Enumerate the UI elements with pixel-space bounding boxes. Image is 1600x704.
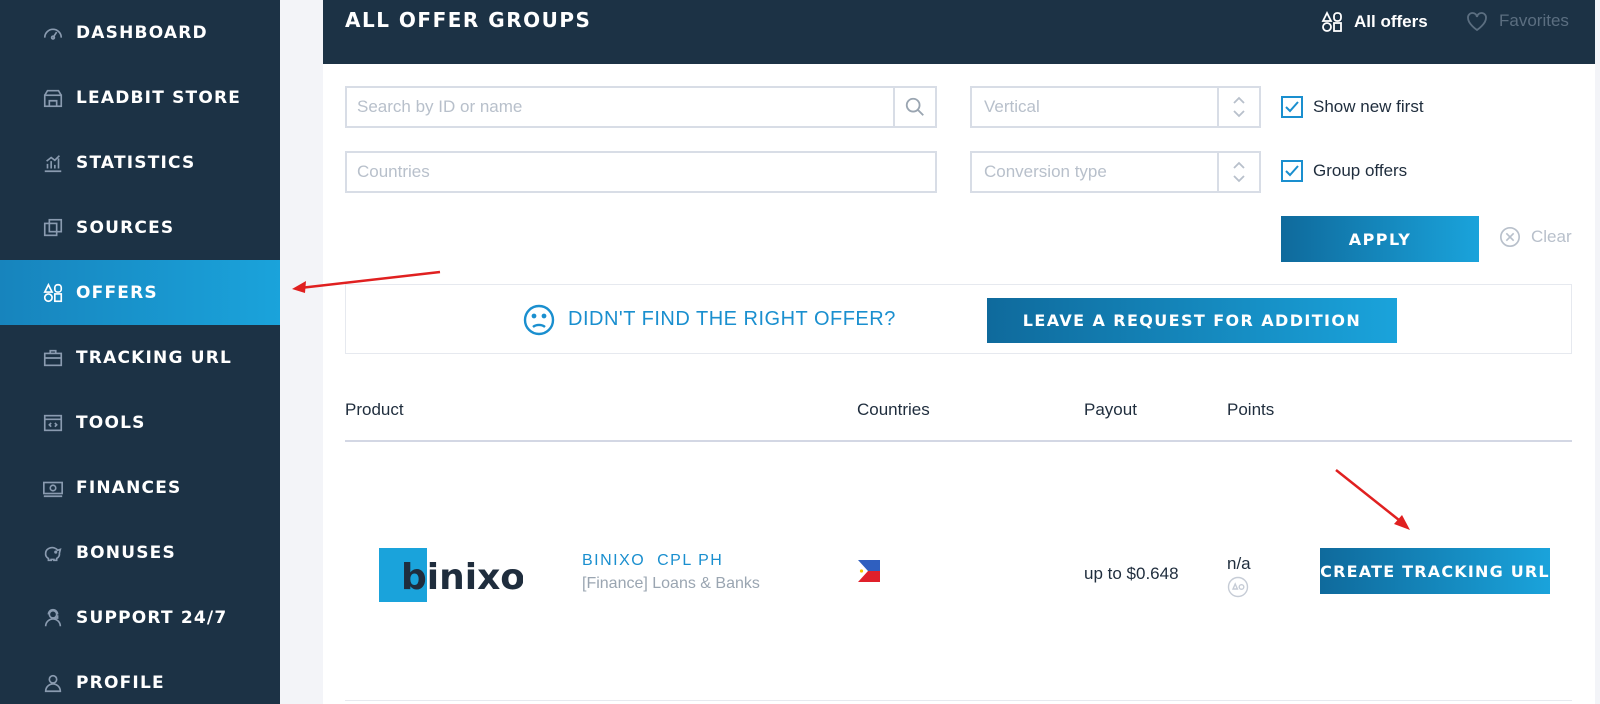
sidebar-item-label: LEADBIT STORE — [76, 87, 242, 108]
sidebar-item-offers[interactable]: OFFERS — [0, 260, 280, 325]
column-header-points[interactable]: Points — [1227, 400, 1274, 420]
offer-payout: up to $0.648 — [1084, 564, 1179, 583]
apply-button[interactable]: APPLY — [1281, 216, 1479, 262]
sidebar-item-label: PROFILE — [76, 672, 165, 693]
select-arrows — [1217, 153, 1259, 191]
show-new-first-checkbox[interactable]: Show new first — [1281, 96, 1424, 118]
tab-label: All offers — [1354, 12, 1428, 31]
sidebar-item-label: STATISTICS — [76, 152, 196, 173]
support-icon — [42, 607, 64, 629]
offer-name-link[interactable]: BINIXO CPL PH — [582, 552, 723, 570]
vertical-select[interactable]: Vertical — [970, 86, 1261, 128]
search-button[interactable] — [893, 88, 935, 126]
column-header-countries[interactable]: Countries — [857, 400, 930, 420]
checkmark-icon — [1285, 101, 1299, 113]
tab-label: Favorites — [1499, 11, 1569, 30]
table-row-divider — [345, 700, 1572, 701]
request-banner: DIDN'T FIND THE RIGHT OFFER? LEAVE A REQ… — [345, 284, 1572, 354]
column-header-payout[interactable]: Payout — [1084, 400, 1137, 420]
piggy-bank-icon — [42, 542, 64, 564]
sidebar-item-profile[interactable]: PROFILE — [0, 650, 280, 704]
select-arrows — [1217, 88, 1259, 126]
offers-grid-icon — [1321, 10, 1342, 32]
sidebar-item-label: TOOLS — [76, 412, 146, 433]
page-title: ALL OFFER GROUPS — [345, 8, 592, 32]
sidebar-item-label: BONUSES — [76, 542, 176, 563]
checkbox-box — [1281, 96, 1303, 118]
sidebar-item-sources[interactable]: SOURCES — [0, 195, 280, 260]
offer-points: n/a — [1227, 554, 1251, 573]
sources-icon — [42, 217, 64, 239]
checkbox-label: Group offers — [1313, 161, 1408, 180]
column-header-product[interactable]: Product — [345, 400, 404, 420]
clear-label: Clear — [1531, 227, 1572, 246]
sidebar-item-label: SOURCES — [76, 217, 175, 238]
checkbox-box — [1281, 160, 1303, 182]
tab-favorites[interactable]: Favorites — [1465, 10, 1569, 32]
sidebar: DASHBOARD LEADBIT STORE STATISTICS SOURC… — [0, 0, 280, 704]
sidebar-item-tracking-url[interactable]: TRACKING URL — [0, 325, 280, 390]
clear-button[interactable]: Clear — [1499, 226, 1572, 248]
tab-all-offers[interactable]: All offers — [1320, 10, 1428, 34]
chevron-up-down-icon — [1233, 161, 1245, 183]
countries-input[interactable] — [347, 153, 935, 191]
sidebar-item-label: OFFERS — [76, 282, 158, 303]
briefcase-icon — [42, 347, 64, 369]
page-header: ALL OFFER GROUPS All offers Favorites — [323, 0, 1595, 64]
sidebar-item-label: FINANCES — [76, 477, 182, 498]
sidebar-item-label: SUPPORT 24/7 — [76, 607, 228, 628]
search-icon — [905, 97, 924, 116]
statistics-icon — [42, 152, 64, 174]
checkbox-label: Show new first — [1313, 97, 1424, 116]
logo-text: binixo — [401, 557, 523, 598]
sidebar-item-label: DASHBOARD — [76, 22, 208, 43]
sidebar-item-statistics[interactable]: STATISTICS — [0, 130, 280, 195]
dashboard-icon — [42, 22, 64, 44]
code-window-icon — [42, 412, 64, 434]
sad-face-icon — [523, 304, 555, 336]
sidebar-item-tools[interactable]: TOOLS — [0, 390, 280, 455]
chevron-up-down-icon — [1233, 96, 1245, 118]
sidebar-item-support[interactable]: SUPPORT 24/7 — [0, 585, 280, 650]
group-offers-checkbox[interactable]: Group offers — [1281, 160, 1407, 182]
close-circle-icon — [1500, 227, 1520, 247]
checkmark-icon — [1285, 165, 1299, 177]
sidebar-item-finances[interactable]: FINANCES — [0, 455, 280, 520]
money-icon — [42, 477, 64, 499]
banner-text: DIDN'T FIND THE RIGHT OFFER? — [568, 308, 896, 330]
heart-icon — [1467, 12, 1487, 32]
conversion-type-select[interactable]: Conversion type — [970, 151, 1261, 193]
user-icon — [42, 672, 64, 694]
binixo-logo[interactable]: binixo — [379, 548, 523, 602]
countries-field — [345, 151, 937, 193]
leave-request-button[interactable]: LEAVE A REQUEST FOR ADDITION — [987, 298, 1397, 343]
sidebar-item-leadbit-store[interactable]: LEADBIT STORE — [0, 65, 280, 130]
conversion-select-placeholder: Conversion type — [984, 162, 1107, 181]
sidebar-item-dashboard[interactable]: DASHBOARD — [0, 0, 280, 65]
sidebar-item-label: TRACKING URL — [76, 347, 233, 368]
vertical-select-placeholder: Vertical — [984, 97, 1040, 116]
philippines-flag-icon — [858, 560, 880, 582]
search-field — [345, 86, 937, 128]
table-header-divider — [345, 440, 1572, 442]
offer-category: [Finance] Loans & Banks — [582, 575, 760, 592]
offers-icon — [42, 282, 64, 304]
search-input[interactable] — [347, 88, 935, 126]
create-tracking-url-button[interactable]: CREATE TRACKING URL — [1320, 548, 1550, 594]
points-coin-icon — [1227, 576, 1249, 598]
main-panel: ALL OFFER GROUPS All offers Favorites Ve… — [323, 0, 1595, 704]
sidebar-item-bonuses[interactable]: BONUSES — [0, 520, 280, 585]
store-icon — [42, 87, 64, 109]
